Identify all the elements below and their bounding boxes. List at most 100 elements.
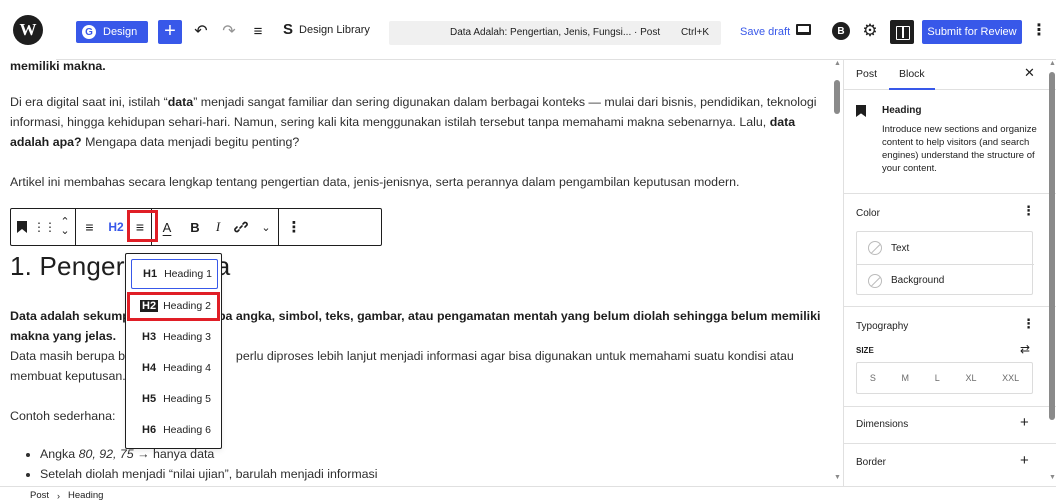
heading-level-highlight — [127, 210, 158, 242]
tab-post[interactable]: Post — [856, 68, 877, 80]
design-library-label: Design Library — [299, 24, 370, 36]
typography-section-title[interactable]: Typography — [856, 321, 908, 332]
undo-icon[interactable]: ↶ — [190, 18, 212, 44]
design-button-label: Design — [103, 26, 138, 38]
divider — [844, 443, 1056, 444]
breadcrumb-heading[interactable]: Heading — [68, 490, 103, 501]
border-section-title[interactable]: Border — [856, 457, 886, 468]
active-tab-indicator — [889, 88, 935, 90]
settings-gear-icon[interactable]: ⚙ — [860, 21, 880, 41]
heading-option-5[interactable]: H5 Heading 5 — [131, 384, 218, 414]
size-option-s[interactable]: S — [870, 373, 876, 383]
heading-option-3[interactable]: H3 Heading 3 — [131, 322, 218, 352]
size-label: SIZE — [856, 346, 874, 355]
sidebar-scrollbar[interactable]: ▲ ▼ — [1047, 60, 1056, 486]
italic-button[interactable]: I — [208, 209, 228, 245]
heading-option-tag: H3 — [142, 331, 157, 343]
paragraph-intro[interactable]: Di era digital saat ini, istilah “data” … — [10, 92, 828, 152]
scroll-down-icon[interactable]: ▼ — [834, 474, 841, 481]
editor-canvas[interactable]: memiliki makna. Di era digital saat ini,… — [0, 60, 843, 486]
font-size-picker: S M L XL XXL — [856, 362, 1033, 394]
color-options-icon[interactable]: ⋮ — [1022, 203, 1035, 219]
drag-handle-icon[interactable]: ⋮⋮ — [33, 209, 56, 245]
add-block-button[interactable]: + — [158, 20, 182, 44]
empty-swatch-icon — [868, 241, 882, 255]
heading-option-tag: H5 — [142, 393, 157, 405]
heading-option-label: Heading 1 — [164, 268, 212, 280]
list-view-icon[interactable]: ≡ — [247, 18, 269, 44]
color-text-label: Text — [891, 242, 910, 254]
sidebar-toggle-icon[interactable] — [890, 20, 914, 44]
size-option-m[interactable]: M — [902, 373, 910, 383]
command-palette-bar[interactable]: Data Adalah: Pengertian, Jenis, Fungsi..… — [389, 21, 721, 45]
scroll-up-icon[interactable]: ▲ — [834, 60, 841, 67]
scroll-down-icon[interactable]: ▼ — [1049, 474, 1056, 481]
editor-scroll-thumb[interactable] — [834, 80, 840, 114]
design-library-button[interactable]: S Design Library — [283, 21, 370, 38]
design-library-icon: S — [283, 21, 294, 38]
divider — [844, 193, 1056, 194]
more-vertical-icon[interactable]: ⋮ — [279, 209, 309, 245]
command-shortcut: Ctrl+K — [680, 27, 709, 38]
block-toolbar-group-more: ⋮ — [279, 209, 309, 245]
tab-block[interactable]: Block — [899, 68, 925, 80]
bullet1-italic: 80, 92, 75 — [78, 447, 134, 461]
explanation-text-a: Data masih berupa ba — [10, 349, 132, 363]
wordpress-logo-button[interactable]: W — [0, 0, 56, 60]
paragraph-top-text: memiliki makna. — [10, 60, 106, 73]
heading-option-tag: H4 — [142, 362, 157, 374]
document-title: Data Adalah: Pengertian, Jenis, Fungsi..… — [450, 27, 661, 38]
redo-icon[interactable]: ↷ — [218, 18, 240, 44]
block-card-description: Introduce new sections and organize cont… — [882, 124, 1037, 174]
border-add-icon[interactable]: + — [1020, 452, 1029, 469]
color-section-title[interactable]: Color — [856, 208, 880, 219]
typography-options-icon[interactable]: ⋮ — [1022, 316, 1035, 332]
size-option-l[interactable]: L — [935, 373, 940, 383]
wordpress-logo-icon: W — [13, 15, 43, 45]
bookmark-icon[interactable] — [11, 209, 33, 245]
divider — [844, 406, 1056, 407]
editor-top-bar: W G Design + ↶ ↷ ≡ S Design Library Data… — [0, 0, 1056, 60]
move-up-down-icon[interactable]: ⌃ ⌄ — [55, 209, 75, 245]
heading-option-label: Heading 3 — [163, 331, 211, 343]
close-icon[interactable]: ✕ — [1024, 65, 1035, 81]
size-option-xxl[interactable]: XXL — [1002, 373, 1019, 383]
design-button[interactable]: G Design — [76, 21, 148, 43]
submit-for-review-button[interactable]: Submit for Review — [922, 20, 1022, 44]
example-list: Angka 80, 92, 75 → hanya data Setelah di… — [26, 444, 378, 484]
scroll-up-icon[interactable]: ▲ — [1049, 60, 1056, 67]
dimensions-add-icon[interactable]: + — [1020, 414, 1029, 431]
paragraph-article-summary[interactable]: Artikel ini membahas secara lengkap tent… — [10, 172, 828, 192]
align-icon[interactable]: ≡ — [76, 209, 103, 245]
more-options-icon[interactable]: ⋮ — [1031, 22, 1047, 42]
editor-scrollbar[interactable]: ▲ ▼ — [833, 60, 843, 486]
size-option-xl[interactable]: XL — [965, 373, 976, 383]
dimensions-section-title[interactable]: Dimensions — [856, 419, 908, 430]
heading-option-6[interactable]: H6 Heading 6 — [131, 415, 218, 445]
custom-size-icon[interactable]: ⇄ — [1020, 342, 1030, 356]
intro-text-a: Di era digital saat ini, istilah “ — [10, 95, 168, 109]
design-badge-icon: G — [82, 25, 96, 39]
avatar-b-icon[interactable]: B — [832, 22, 850, 40]
paragraph-top[interactable]: memiliki makna. — [10, 60, 828, 76]
heading-level-button[interactable]: H2 — [103, 209, 129, 245]
color-settings: Text Background — [856, 231, 1034, 296]
heading-block-icon — [856, 105, 866, 117]
heading-option-tag: H1 — [143, 268, 158, 280]
link-icon[interactable] — [228, 209, 254, 245]
intro-text-c: Mengapa data menjadi begitu penting? — [81, 135, 300, 149]
device-preview-icon[interactable] — [796, 24, 811, 35]
heading-option-1[interactable]: H1 Heading 1 — [131, 259, 218, 289]
heading-option-label: Heading 5 — [163, 393, 211, 405]
sidebar-scroll-thumb[interactable] — [1049, 72, 1055, 420]
bold-button[interactable]: B — [182, 209, 208, 245]
color-text-option[interactable]: Text — [857, 232, 1034, 264]
heading-option-4[interactable]: H4 Heading 4 — [131, 353, 218, 383]
save-draft-button[interactable]: Save draft — [740, 26, 790, 38]
list-item[interactable]: Setelah diolah menjadi “nilai ujian”, ba… — [40, 464, 378, 484]
color-background-option[interactable]: Background — [857, 264, 1034, 296]
heading-option-label: Heading 6 — [163, 424, 211, 436]
chevron-down-icon[interactable]: ⌄ — [254, 209, 278, 245]
heading-option-label: Heading 4 — [163, 362, 211, 374]
breadcrumb-post[interactable]: Post — [30, 490, 49, 501]
